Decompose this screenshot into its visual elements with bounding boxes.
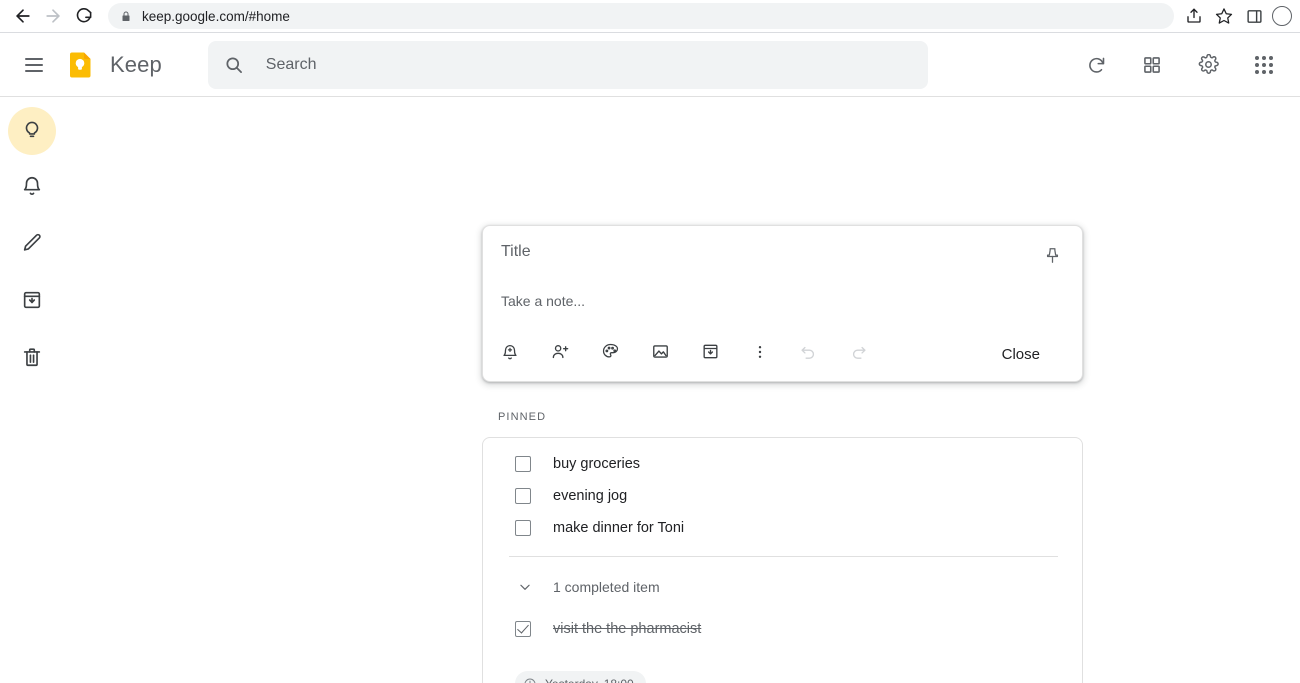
- undo-icon: [799, 342, 818, 366]
- checklist-item[interactable]: evening jog: [483, 480, 1082, 512]
- bell-plus-icon: [501, 343, 519, 366]
- undo-button[interactable]: [791, 337, 825, 371]
- list-view-button[interactable]: [1132, 45, 1172, 85]
- address-bar[interactable]: keep.google.com/#home: [108, 3, 1174, 29]
- checklist-item-label: buy groceries: [553, 456, 640, 472]
- brand[interactable]: Keep: [64, 49, 162, 81]
- composer-title-row: Title: [483, 226, 1082, 276]
- app-header: Keep Search: [0, 33, 1300, 97]
- checklist-item[interactable]: buy groceries: [483, 448, 1082, 480]
- bell-icon: [21, 175, 43, 202]
- lightbulb-icon: [21, 118, 43, 145]
- sidebar-item-reminders[interactable]: [8, 164, 56, 212]
- app-title: Keep: [110, 52, 162, 78]
- composer-note-input[interactable]: Take a note...: [483, 276, 1082, 309]
- checkbox-unchecked-icon[interactable]: [515, 520, 531, 536]
- checkbox-checked-icon[interactable]: [515, 621, 531, 637]
- checklist-item-label: evening jog: [553, 488, 627, 504]
- refresh-button[interactable]: [1076, 45, 1116, 85]
- pinned-section-label: PINNED: [498, 411, 546, 423]
- redo-button[interactable]: [841, 337, 875, 371]
- browser-toolbar: keep.google.com/#home: [0, 0, 1300, 33]
- app-body: Title Take a note...: [0, 97, 1300, 683]
- archive-icon: [701, 342, 720, 366]
- image-icon: [651, 342, 670, 366]
- checklist-item-label: make dinner for Toni: [553, 520, 684, 536]
- sidebar-item-archive[interactable]: [8, 278, 56, 326]
- more-vertical-icon: [751, 343, 769, 366]
- forward-arrow-icon[interactable]: [38, 1, 68, 31]
- completed-items-toggle[interactable]: 1 completed item: [483, 571, 1082, 603]
- close-composer-button[interactable]: Close: [990, 338, 1052, 371]
- lock-icon: [120, 10, 132, 23]
- share-icon[interactable]: [1180, 2, 1208, 30]
- address-bar-url: keep.google.com/#home: [142, 9, 290, 24]
- reload-icon[interactable]: [68, 1, 98, 31]
- checkbox-unchecked-icon[interactable]: [515, 456, 531, 472]
- back-arrow-icon[interactable]: [8, 1, 38, 31]
- reminder-chip-wrap: Yesterday, 18:00: [483, 671, 1082, 683]
- browser-actions: [1180, 2, 1292, 30]
- remind-me-button[interactable]: [493, 337, 527, 371]
- composer-title-input[interactable]: Title: [501, 240, 1034, 261]
- color-palette-icon: [601, 342, 620, 366]
- more-options-button[interactable]: [743, 337, 777, 371]
- apps-grid-icon: [1255, 56, 1273, 74]
- archive-icon: [21, 289, 43, 316]
- sidebar-item-edit-labels[interactable]: [8, 221, 56, 269]
- sidebar-item-trash[interactable]: [8, 335, 56, 383]
- trash-icon: [21, 346, 43, 373]
- note-composer[interactable]: Title Take a note...: [482, 225, 1083, 382]
- reminder-chip-label: Yesterday, 18:00: [545, 677, 634, 683]
- checklist-item[interactable]: make dinner for Toni: [483, 512, 1082, 544]
- completed-items-label: 1 completed item: [553, 579, 660, 595]
- google-apps-button[interactable]: [1244, 45, 1284, 85]
- sidebar: [0, 97, 64, 683]
- side-panel-icon[interactable]: [1240, 2, 1268, 30]
- search-input[interactable]: Search: [208, 41, 928, 89]
- pin-note-button[interactable]: [1034, 240, 1070, 276]
- search-icon: [224, 55, 244, 75]
- chevron-down-icon: [515, 580, 535, 594]
- keep-logo-icon: [64, 49, 96, 81]
- profile-avatar-icon[interactable]: [1272, 6, 1292, 26]
- checklist-divider: [509, 556, 1058, 557]
- checklist-item-label: visit the the pharmacist: [553, 621, 701, 637]
- composer-toolbar: Close: [483, 325, 1082, 381]
- background-options-button[interactable]: [593, 337, 627, 371]
- add-image-button[interactable]: [643, 337, 677, 371]
- collaborator-button[interactable]: [543, 337, 577, 371]
- settings-button[interactable]: [1188, 45, 1228, 85]
- search-placeholder: Search: [266, 56, 317, 74]
- hamburger-menu-icon[interactable]: [14, 45, 54, 85]
- clock-icon: [523, 677, 537, 683]
- notes-canvas: Title Take a note...: [64, 97, 1300, 683]
- pencil-icon: [21, 232, 43, 259]
- header-actions: [1076, 45, 1284, 85]
- sidebar-item-notes[interactable]: [8, 107, 56, 155]
- pin-icon: [1043, 246, 1062, 270]
- reminder-chip[interactable]: Yesterday, 18:00: [515, 671, 646, 683]
- note-card[interactable]: buy groceries evening jog make dinner fo…: [482, 437, 1083, 683]
- star-icon[interactable]: [1210, 2, 1238, 30]
- person-add-icon: [551, 342, 570, 366]
- checkbox-unchecked-icon[interactable]: [515, 488, 531, 504]
- checklist-item-completed[interactable]: visit the the pharmacist: [483, 613, 1082, 645]
- redo-icon: [849, 342, 868, 366]
- archive-button[interactable]: [693, 337, 727, 371]
